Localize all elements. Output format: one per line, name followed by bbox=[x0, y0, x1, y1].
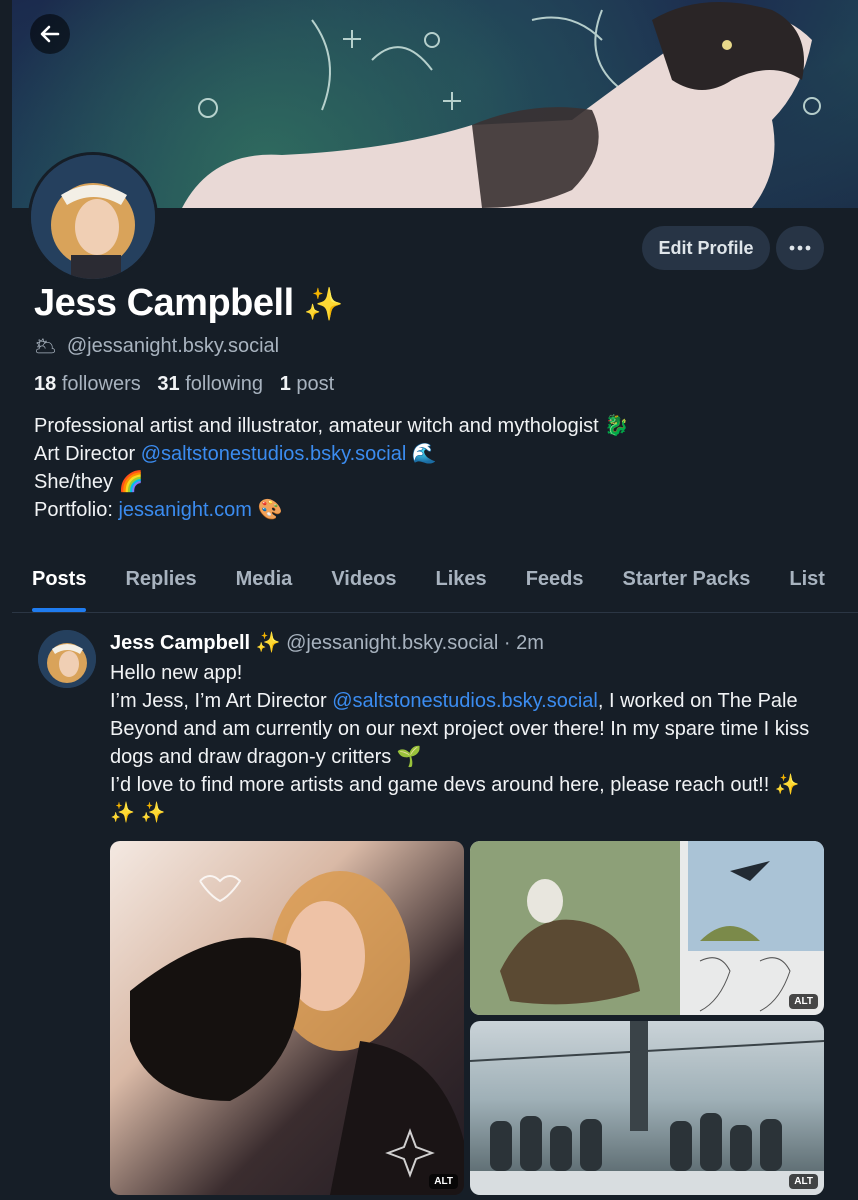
post-author-avatar[interactable] bbox=[38, 630, 96, 688]
post-image-sketches[interactable]: ALT bbox=[470, 841, 824, 1015]
followers-count: 18 bbox=[34, 373, 57, 395]
tab-replies[interactable]: Replies bbox=[125, 560, 196, 612]
bio-line: Portfolio: jessanight.com 🎨 bbox=[34, 496, 629, 524]
profile-name-text: Jess Campbell bbox=[34, 282, 294, 324]
portfolio-link[interactable]: jessanight.com bbox=[118, 499, 251, 521]
tab-label: Starter Packs bbox=[622, 568, 751, 590]
profile-name: Jess Campbell ✨ bbox=[34, 282, 344, 325]
bio-text: She/they bbox=[34, 471, 113, 493]
back-button[interactable] bbox=[30, 14, 70, 54]
post-line: I’m Jess, I’m Art Director @saltstonestu… bbox=[110, 687, 830, 771]
tab-label: Media bbox=[235, 568, 293, 590]
more-options-button[interactable] bbox=[776, 226, 824, 270]
profile-bio: Professional artist and illustrator, ama… bbox=[34, 412, 629, 524]
alt-badge[interactable]: ALT bbox=[789, 1174, 818, 1189]
profile-tabs: Posts Replies Media Videos Likes Feeds S… bbox=[12, 560, 858, 613]
tab-media[interactable]: Media bbox=[236, 560, 293, 612]
post-header: Jess Campbell ✨ @jessanight.bsky.social … bbox=[110, 630, 544, 655]
post-author-handle[interactable]: @jessanight.bsky.social bbox=[286, 632, 498, 654]
post-author-name[interactable]: Jess Campbell bbox=[110, 632, 250, 654]
bio-mention-link[interactable]: @saltstonestudios.bsky.social bbox=[141, 443, 407, 465]
sketches-art bbox=[470, 841, 824, 1015]
post-image-selfie[interactable]: ALT bbox=[110, 841, 464, 1195]
post-text: I’m Jess, I’m Art Director bbox=[110, 690, 333, 712]
avatar-illustration bbox=[38, 630, 96, 688]
ellipsis-icon bbox=[789, 245, 811, 251]
posts-label: post bbox=[296, 373, 335, 395]
profile-handle[interactable]: @jessanight.bsky.social bbox=[67, 335, 279, 358]
tab-label: Likes bbox=[435, 568, 487, 590]
following-count: 31 bbox=[157, 373, 180, 395]
profile-stats: 18 followers 31 following 1 post bbox=[34, 373, 334, 396]
tab-label: Posts bbox=[32, 568, 87, 590]
followers-stat[interactable]: 18 followers bbox=[34, 373, 141, 395]
bio-text: Portfolio: bbox=[34, 499, 119, 521]
tab-label: List bbox=[789, 568, 825, 590]
post-line: Hello new app! bbox=[110, 662, 243, 684]
post-timestamp[interactable]: 2m bbox=[516, 632, 544, 654]
active-tab-indicator bbox=[32, 608, 87, 612]
posts-stat: 1 post bbox=[280, 373, 335, 395]
bio-text: Art Director bbox=[34, 443, 141, 465]
following-label: following bbox=[185, 373, 264, 395]
sunrise-emoji: 🌥 bbox=[34, 336, 57, 356]
post-line: I’d love to find more artists and game d… bbox=[110, 774, 800, 824]
posts-count: 1 bbox=[279, 373, 291, 395]
post-body: Hello new app! I’m Jess, I’m Art Directo… bbox=[110, 659, 830, 827]
bio-line: She/they 🌈 bbox=[34, 468, 629, 496]
tab-lists[interactable]: List bbox=[789, 560, 825, 612]
tab-posts[interactable]: Posts bbox=[32, 560, 87, 612]
bio-line: Professional artist and illustrator, ama… bbox=[34, 412, 629, 440]
following-stat[interactable]: 31 following bbox=[157, 373, 263, 395]
bio-line: Art Director @saltstonestudios.bsky.soci… bbox=[34, 440, 629, 468]
dragon-emoji: 🐉 bbox=[604, 415, 630, 437]
palette-emoji: 🎨 bbox=[257, 499, 283, 521]
feed-post[interactable]: Jess Campbell ✨ @jessanight.bsky.social … bbox=[12, 613, 858, 1200]
wave-emoji: 🌊 bbox=[411, 443, 437, 465]
selfie-art bbox=[130, 871, 464, 1195]
post-image-gallery: ALT ALT ALT bbox=[110, 841, 824, 1195]
tab-label: Replies bbox=[125, 568, 197, 590]
tab-likes[interactable]: Likes bbox=[436, 560, 487, 612]
arrow-left-icon bbox=[40, 25, 60, 43]
profile-avatar[interactable] bbox=[28, 152, 158, 282]
profile-screen: Edit Profile Jess Campbell ✨ 🌥 @jessanig… bbox=[12, 0, 858, 1200]
post-mention-link[interactable]: @saltstonestudios.bsky.social bbox=[332, 690, 598, 712]
tab-starter-packs[interactable]: Starter Packs bbox=[623, 560, 751, 612]
tab-videos[interactable]: Videos bbox=[331, 560, 396, 612]
avatar-illustration bbox=[31, 155, 155, 279]
rainbow-emoji: 🌈 bbox=[118, 471, 144, 493]
tab-label: Feeds bbox=[525, 568, 584, 590]
edit-profile-button[interactable]: Edit Profile bbox=[642, 226, 770, 270]
tab-feeds[interactable]: Feeds bbox=[526, 560, 584, 612]
sparkles-emoji: ✨ bbox=[303, 286, 344, 322]
crew-art bbox=[470, 1021, 824, 1195]
alt-badge[interactable]: ALT bbox=[789, 994, 818, 1009]
post-image-crew[interactable]: ALT bbox=[470, 1021, 824, 1195]
followers-label: followers bbox=[61, 373, 141, 395]
sparkles-emoji: ✨ bbox=[255, 632, 281, 654]
alt-badge[interactable]: ALT bbox=[429, 1174, 458, 1189]
bio-text: Professional artist and illustrator, ama… bbox=[34, 415, 599, 437]
meta-separator: · bbox=[503, 632, 511, 654]
tab-label: Videos bbox=[331, 568, 397, 590]
profile-handle-row: 🌥 @jessanight.bsky.social bbox=[34, 335, 279, 358]
